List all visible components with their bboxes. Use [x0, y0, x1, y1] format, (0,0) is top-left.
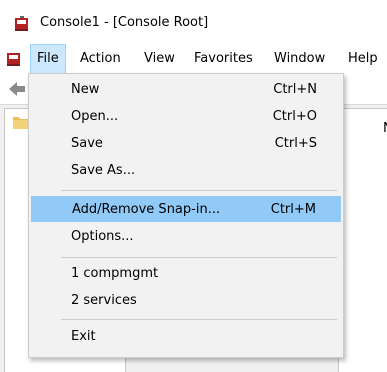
menu-item-shortcut: Ctrl+M	[270, 202, 316, 217]
menu-item-shortcut: Ctrl+S	[274, 136, 317, 151]
menu-item-save[interactable]: Save Ctrl+S	[31, 131, 341, 157]
menu-item-label: 1 compmgmt	[71, 266, 159, 281]
menu-view[interactable]: View	[138, 44, 181, 74]
menu-item-exit[interactable]: Exit	[31, 324, 341, 350]
folder-icon[interactable]	[13, 115, 29, 129]
menu-item-shortcut: Ctrl+O	[272, 109, 317, 124]
menu-item-new[interactable]: New Ctrl+N	[31, 77, 341, 103]
menu-item-label: Save As...	[71, 163, 136, 178]
menu-action[interactable]: Action	[74, 44, 127, 74]
title-bar: Console1 - [Console Root]	[0, 0, 387, 44]
menu-item-add-remove-snap-in[interactable]: Add/Remove Snap-in... Ctrl+M	[31, 196, 341, 222]
menu-item-shortcut: Ctrl+N	[273, 82, 317, 97]
menu-item-label: Save	[71, 136, 103, 151]
menu-file[interactable]: File	[30, 44, 66, 74]
menu-item-recent-compmgmt[interactable]: 1 compmgmt	[31, 261, 341, 287]
menu-item-save-as[interactable]: Save As...	[31, 158, 341, 184]
menu-item-label: Options...	[71, 229, 134, 244]
window-title: Console1 - [Console Root]	[40, 15, 209, 30]
menu-separator	[61, 319, 337, 320]
menu-item-label: New	[71, 82, 100, 97]
menu-item-open[interactable]: Open... Ctrl+O	[31, 104, 341, 130]
menu-bar: File Action View Favorites Window Help	[0, 44, 387, 74]
menu-favorites[interactable]: Favorites	[188, 44, 259, 74]
result-pane: N	[338, 108, 387, 372]
menu-item-label: Open...	[71, 109, 119, 124]
menu-help[interactable]: Help	[342, 44, 384, 74]
result-pane-header: N	[383, 121, 387, 136]
menu-item-label: Exit	[71, 329, 96, 344]
menu-window[interactable]: Window	[268, 44, 331, 74]
system-menu-icon[interactable]	[6, 51, 22, 67]
mmc-window: Console1 - [Console Root] File Action Vi…	[0, 0, 387, 372]
menu-item-label: 2 services	[71, 293, 137, 308]
menu-item-label: Add/Remove Snap-in...	[72, 202, 221, 217]
menu-item-options[interactable]: Options...	[31, 224, 341, 250]
menu-separator	[61, 190, 337, 191]
menu-separator	[61, 257, 337, 258]
menu-item-recent-services[interactable]: 2 services	[31, 288, 341, 314]
file-menu-dropdown: New Ctrl+N Open... Ctrl+O Save Ctrl+S Sa…	[28, 73, 344, 358]
back-arrow-icon[interactable]	[8, 81, 26, 97]
mmc-console-icon	[15, 16, 28, 31]
